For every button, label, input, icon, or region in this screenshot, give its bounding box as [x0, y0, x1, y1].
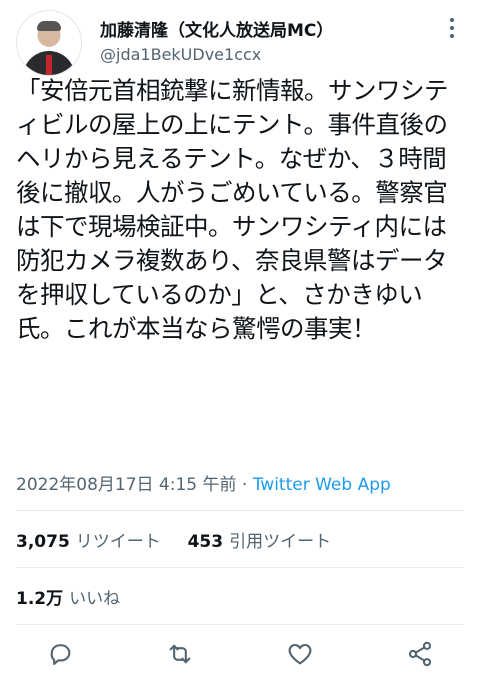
likes-link[interactable]: 1.2万 いいね	[16, 584, 120, 609]
avatar[interactable]	[16, 10, 82, 76]
quotes-link[interactable]: 453 引用ツイート	[188, 532, 332, 552]
divider	[16, 567, 464, 568]
quotes-count: 453	[187, 532, 224, 552]
tweet-source-link[interactable]: Twitter Web App	[253, 475, 391, 495]
tweet-meta: 2022年08月17日 4:15 午前 · Twitter Web App	[16, 470, 391, 495]
retweets-link[interactable]: 3,075 リツイート	[16, 532, 161, 552]
quotes-label: 引用ツイート	[229, 532, 332, 552]
share-icon[interactable]	[406, 640, 434, 668]
tweet-text: 「安倍元首相銃撃に新情報。サンワシティビルの屋上の上にテント。事件直後のヘリから…	[16, 76, 449, 343]
meta-separator: ·	[236, 475, 253, 495]
divider	[16, 624, 464, 625]
divider	[16, 510, 464, 511]
retweets-count: 3,075	[16, 532, 70, 552]
likes-label: いいね	[69, 589, 121, 609]
more-vertical-icon[interactable]	[440, 16, 464, 40]
tweet-timestamp[interactable]: 2022年08月17日 4:15 午前	[16, 475, 237, 495]
retweet-stats: 3,075 リツイート 453 引用ツイート	[16, 527, 331, 552]
likes-count: 1.2万	[16, 589, 64, 609]
tweet-header: 加藤清隆（文化人放送局MC） @jda1BekUDve1ccx	[16, 8, 464, 76]
reply-icon[interactable]	[46, 640, 74, 668]
display-name[interactable]: 加藤清隆（文化人放送局MC）	[100, 16, 333, 41]
heart-icon[interactable]	[286, 640, 314, 668]
retweet-icon[interactable]	[166, 640, 194, 668]
user-handle[interactable]: @jda1BekUDve1ccx	[100, 45, 261, 64]
retweets-label: リツイート	[75, 532, 161, 552]
action-bar	[0, 636, 480, 676]
